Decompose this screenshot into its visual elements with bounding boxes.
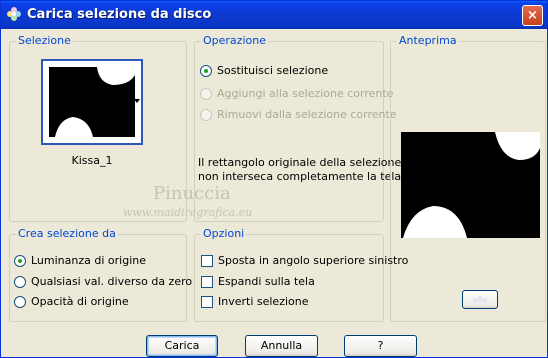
crea-selezione-group-title: Crea selezione da xyxy=(16,227,118,240)
help-button[interactable]: ? xyxy=(344,335,417,357)
preview-toggle-button[interactable] xyxy=(462,290,498,309)
checkbox[interactable] xyxy=(201,295,213,308)
watermark-site: www.maidiregrafica.eu xyxy=(123,206,253,219)
operation-note-line: Il rettangolo originale della selezione xyxy=(198,156,402,169)
radio-label: Luminanza di origine xyxy=(31,254,146,267)
check-expand-canvas[interactable]: Espandi sulla tela xyxy=(201,275,315,288)
preview-toggle-icon xyxy=(473,296,487,302)
selection-preview-image xyxy=(49,67,135,137)
cancel-button[interactable]: Annulla xyxy=(245,335,318,357)
operazione-group-title: Operazione xyxy=(201,34,268,47)
radio-luminance[interactable]: Luminanza di origine xyxy=(14,254,146,267)
title-bar[interactable]: Carica selezione da disco × xyxy=(1,1,547,29)
checkbox-label: Espandi sulla tela xyxy=(218,275,315,288)
anteprima-group-title: Anteprima xyxy=(397,34,459,47)
radio-button xyxy=(200,108,212,121)
operation-note-line: non interseca completamente la tela. xyxy=(198,170,405,183)
dropdown-arrow-icon[interactable] xyxy=(134,99,140,103)
selezione-group-title: Selezione xyxy=(16,34,73,47)
radio-add-selection: Aggiungi alla selezione corrente xyxy=(200,87,393,100)
radio-button[interactable] xyxy=(14,275,26,288)
checkbox[interactable] xyxy=(201,254,213,267)
radio-label: Opacità di origine xyxy=(31,295,129,308)
checkbox[interactable] xyxy=(201,275,213,288)
radio-button xyxy=(200,87,212,100)
radio-label: Rimuovi dalla selezione corrente xyxy=(217,108,397,121)
window-title: Carica selezione da disco xyxy=(27,7,212,22)
checkbox-label: Sposta in angolo superiore sinistro xyxy=(218,254,409,267)
radio-button[interactable] xyxy=(14,254,26,267)
watermark-name: Pinuccia xyxy=(153,183,231,204)
radio-replace-selection[interactable]: Sostituisci selezione xyxy=(200,64,328,77)
opzioni-group-title: Opzioni xyxy=(201,227,247,240)
radio-nonzero[interactable]: Qualsiasi val. diverso da zero xyxy=(14,275,192,288)
check-invert-selection[interactable]: Inverti selezione xyxy=(201,295,309,308)
radio-label: Qualsiasi val. diverso da zero xyxy=(31,275,193,288)
selection-thumbnail[interactable] xyxy=(41,59,143,145)
radio-label: Aggiungi alla selezione corrente xyxy=(217,87,394,100)
radio-subtract-selection: Rimuovi dalla selezione corrente xyxy=(200,108,397,121)
preview-image xyxy=(401,132,540,238)
close-button[interactable]: × xyxy=(522,5,543,26)
radio-button[interactable] xyxy=(200,64,212,77)
checkbox-label: Inverti selezione xyxy=(218,295,309,308)
load-button[interactable]: Carica xyxy=(146,335,218,357)
radio-opacity[interactable]: Opacità di origine xyxy=(14,295,129,308)
check-move-top-left[interactable]: Sposta in angolo superiore sinistro xyxy=(201,254,408,267)
close-icon: × xyxy=(527,8,538,23)
radio-label: Sostituisci selezione xyxy=(217,64,329,77)
flower-icon xyxy=(6,6,22,22)
radio-button[interactable] xyxy=(14,295,26,308)
preset-name: Kissa_1 xyxy=(71,154,113,167)
operation-note: Il rettangolo originale della selezione … xyxy=(198,156,405,184)
dialog-window: Carica selezione da disco × Selezione Ki… xyxy=(0,0,548,358)
